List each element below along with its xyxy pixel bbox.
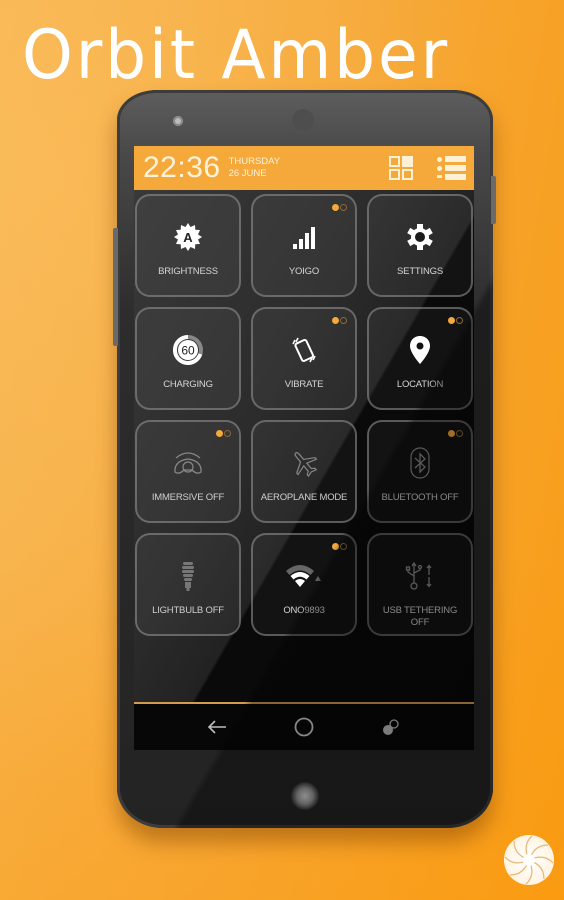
- tile-charging[interactable]: 60 CHARGING: [135, 307, 241, 410]
- phone-frame: 22:36 THURSDAY 26 JUNE A BRIGHTNESS YOIG…: [113, 90, 496, 828]
- list-view-icon[interactable]: [436, 155, 466, 181]
- airplane-icon: [287, 446, 321, 480]
- state-dots: [332, 317, 347, 324]
- signal-icon: [287, 220, 321, 254]
- tile-label: LIGHTBULB OFF: [152, 605, 224, 616]
- tile-label: CHARGING: [163, 379, 213, 390]
- tile-location[interactable]: LOCATION: [367, 307, 473, 410]
- state-dots: [332, 543, 347, 550]
- tile-aeroplane-mode[interactable]: AEROPLANE MODE: [251, 420, 357, 523]
- tile-lightbulb[interactable]: LIGHTBULB OFF: [135, 533, 241, 636]
- home-icon[interactable]: [284, 712, 324, 742]
- proximity-sensor: [173, 116, 183, 126]
- battery-60-icon: 60: [171, 333, 205, 367]
- gear-icon: [403, 220, 437, 254]
- orbit-logo-icon: [502, 833, 556, 887]
- date-block: THURSDAY 26 JUNE: [229, 156, 281, 180]
- lightbulb-icon: [171, 559, 205, 593]
- svg-text:A: A: [183, 230, 193, 245]
- recents-icon[interactable]: [371, 712, 411, 742]
- tile-label: ONO9893: [283, 605, 325, 616]
- state-dots: [448, 317, 463, 324]
- clock: 22:36: [143, 151, 221, 184]
- state-dots: [216, 430, 231, 437]
- tile-label: SETTINGS: [397, 266, 443, 277]
- svg-text:60: 60: [181, 344, 195, 358]
- back-icon[interactable]: [197, 712, 237, 742]
- vibrate-icon: [287, 333, 321, 367]
- grid-view-icon[interactable]: [389, 155, 414, 181]
- immersive-icon: [171, 446, 205, 480]
- tile-label: BRIGHTNESS: [158, 266, 218, 277]
- bluetooth-icon: [403, 446, 437, 480]
- tile-settings[interactable]: SETTINGS: [367, 194, 473, 297]
- tile-usb-tethering[interactable]: USB TETHERING OFF: [367, 533, 473, 636]
- wifi-icon: [284, 559, 324, 593]
- status-bar: 22:36 THURSDAY 26 JUNE: [134, 146, 474, 190]
- front-camera: [292, 109, 314, 131]
- tile-immersive[interactable]: IMMERSIVE OFF: [135, 420, 241, 523]
- tile-vibrate[interactable]: VIBRATE: [251, 307, 357, 410]
- tile-label: AEROPLANE MODE: [260, 492, 348, 503]
- tile-label: LOCATION: [396, 379, 444, 390]
- tile-bluetooth[interactable]: BLUETOOTH OFF: [367, 420, 473, 523]
- brightness-auto-icon: A: [171, 220, 205, 254]
- notification-led: [291, 782, 319, 810]
- usb-icon: [400, 559, 440, 593]
- tile-label: VIBRATE: [284, 379, 324, 390]
- tile-mobile-network[interactable]: YOIGO: [251, 194, 357, 297]
- quick-settings-grid: A BRIGHTNESS YOIGO SETTINGS 60 CHARGING …: [135, 194, 473, 636]
- tile-label: BLUETOOTH OFF: [381, 492, 459, 503]
- date-label: 26 JUNE: [228, 168, 267, 179]
- state-dots: [332, 204, 347, 211]
- state-dots: [448, 430, 463, 437]
- screen: 22:36 THURSDAY 26 JUNE A BRIGHTNESS YOIG…: [134, 146, 474, 750]
- tile-label: USB TETHERING OFF: [382, 605, 458, 628]
- promo-title: Orbit Amber: [22, 16, 451, 95]
- power-button: [491, 176, 496, 224]
- day-label: THURSDAY: [228, 156, 281, 167]
- tile-label: YOIGO: [288, 266, 320, 277]
- location-pin-icon: [403, 333, 437, 367]
- tile-label: IMMERSIVE OFF: [151, 492, 225, 503]
- tile-wifi[interactable]: ONO9893: [251, 533, 357, 636]
- navigation-bar: [134, 704, 474, 750]
- volume-button: [113, 228, 118, 346]
- tile-brightness[interactable]: A BRIGHTNESS: [135, 194, 241, 297]
